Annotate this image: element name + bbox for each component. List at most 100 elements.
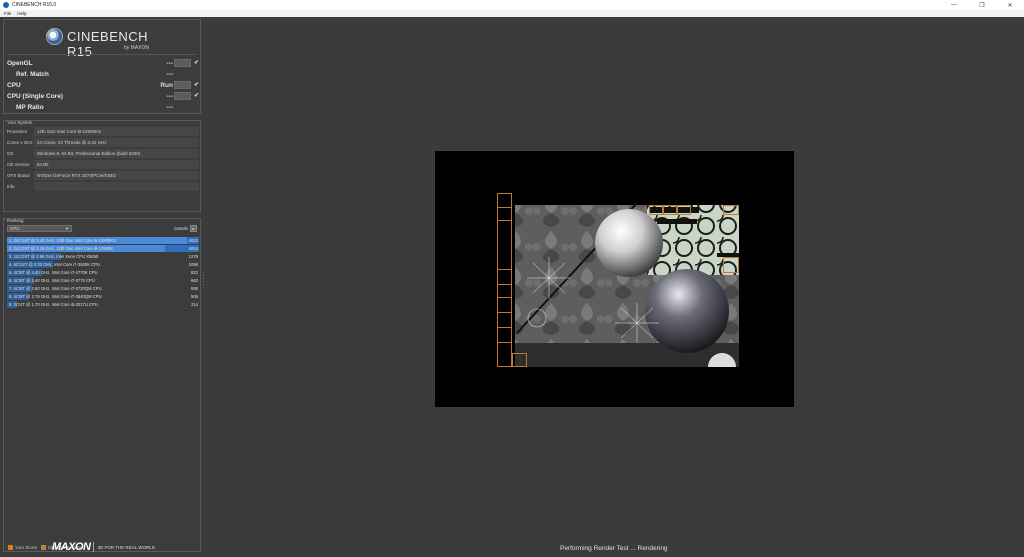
system-row: Processor 12th Gen Intel Core i9-12900KS <box>7 127 199 136</box>
left-panel: CINEBENCH R15 by MAXON OpenGL --- ✔ Ref.… <box>0 17 204 557</box>
render-bucket <box>649 205 663 215</box>
run-cpu-single-button[interactable] <box>174 92 191 100</box>
render-bucket <box>497 207 512 221</box>
ranking-score: 590 <box>191 286 198 291</box>
run-cpu-button[interactable] <box>174 81 191 89</box>
ranking-row[interactable]: 2. 24C/24T @ 3.19 GHz, 12th Gen Intel Co… <box>7 245 199 252</box>
menu-help[interactable]: Help <box>17 11 26 16</box>
chevron-down-icon: ▼ <box>65 226 69 231</box>
panel-title: Your System <box>7 120 33 125</box>
test-row-cpu-single: CPU (Single Core) --- ✔ <box>7 92 199 102</box>
cinebench-logo-icon <box>46 28 63 45</box>
test-label: CPU <box>7 82 21 89</box>
ranking-label: 4. 6C/12T @ 3.30 GHz, Intel Core i7-3930… <box>9 262 100 267</box>
system-row: CB Version 64 Bit <box>7 160 199 169</box>
close-icon: ✕ <box>1007 2 1013 9</box>
ranking-label: 8. 4C/8T @ 2.79 GHz, Intel Core i7-3840Q… <box>9 294 102 299</box>
ranking-row[interactable]: 4. 6C/12T @ 3.30 GHz, Intel Core i7-3930… <box>7 261 199 268</box>
test-value: --- <box>166 60 174 67</box>
ranking-score: 1279 <box>188 254 198 259</box>
ranking-label: 5. 4C/8T @ 4.40 GHz, Intel Core i7-4770K… <box>9 270 98 275</box>
run-opengl-button[interactable] <box>174 59 191 67</box>
render-bucket <box>723 205 739 215</box>
ranking-score: 4053 <box>188 246 198 251</box>
test-value: --- <box>166 104 174 111</box>
system-key: CB Version <box>7 162 30 167</box>
test-label: Ref. Match <box>16 71 49 78</box>
render-bucket <box>723 257 739 273</box>
system-row: Cores x GHz 24 Cores, 24 Threads @ 3.42 … <box>7 138 199 147</box>
footer-brand: MAXON <box>52 541 91 553</box>
checkmark-icon[interactable]: ✔ <box>194 92 199 99</box>
ranking-score: 505 <box>191 294 198 299</box>
ranking-label: 7. 4C/8T @ 2.60 GHz, Intel Core i7-3720Q… <box>9 286 102 291</box>
checkmark-icon[interactable]: ✔ <box>194 59 199 66</box>
system-row: GFX Board NVIDIA GeForce RTX 3070/PCIe/S… <box>7 171 199 180</box>
panel-splitter[interactable] <box>203 270 205 300</box>
test-value: --- <box>166 93 174 100</box>
ranking-label: 1. 24C/24T @ 3.42 GHz, 12th Gen Intel Co… <box>9 238 116 243</box>
status-text: Performing Render Test ... Rendering <box>560 545 668 552</box>
render-image <box>497 193 739 367</box>
test-label: MP Ratio <box>16 104 44 111</box>
title-bar: CINEBENCH R15.0 <box>0 0 1024 10</box>
test-label: OpenGL <box>7 60 33 67</box>
ranking-row[interactable]: 1. 24C/24T @ 3.42 GHz, 12th Gen Intel Co… <box>7 237 199 244</box>
ranking-label: 6. 4C/8T @ 3.40 GHz, Intel Core i7-3770 … <box>9 278 95 283</box>
render-bucket <box>663 205 677 215</box>
render-bucket <box>677 205 691 215</box>
ranking-row[interactable]: 7. 4C/8T @ 2.60 GHz, Intel Core i7-3720Q… <box>7 285 199 292</box>
close-button[interactable]: ✕ <box>996 0 1024 10</box>
system-key: Info <box>7 184 15 189</box>
details-button[interactable]: ▸ <box>190 225 197 232</box>
ranking-score: 1096 <box>188 262 198 267</box>
footer-tagline: 3D FOR THE REAL WORLD <box>97 544 155 550</box>
checkmark-icon[interactable]: ✔ <box>194 81 199 88</box>
ranking-row[interactable]: 3. 12C/24T @ 2.66 GHz, Intel Xeon CPU X5… <box>7 253 199 260</box>
dandelion-left <box>527 257 571 299</box>
test-value: --- <box>166 71 174 78</box>
ranking-type-dropdown[interactable]: CPU ▼ <box>7 225 72 232</box>
ranking-score: 214 <box>191 302 198 307</box>
divider <box>8 54 196 55</box>
render-bucket <box>497 297 512 313</box>
system-value: 24 Cores, 24 Threads @ 3.42 GHz <box>34 138 199 147</box>
test-row-opengl: OpenGL --- ✔ <box>7 59 199 69</box>
system-key: GFX Board <box>7 173 30 178</box>
render-bucket <box>512 353 527 367</box>
logo-by: by MAXON <box>124 45 150 51</box>
test-row-mp-ratio: MP Ratio --- <box>7 103 199 113</box>
minimize-button[interactable]: — <box>940 0 968 10</box>
test-label: CPU (Single Core) <box>7 93 63 100</box>
test-value: Run <box>160 82 173 89</box>
ranking-panel: Ranking CPU ▼ Details ▸ 1. 24C/24T @ 3.4… <box>3 218 201 552</box>
your-system-panel: Your System Processor 12th Gen Intel Cor… <box>3 120 201 212</box>
maxon-footer-logo: MAXON 3D FOR THE REAL WORLD <box>52 540 155 554</box>
maximize-button[interactable]: ❐ <box>968 0 996 10</box>
minimize-icon: — <box>951 2 957 8</box>
menu-file[interactable]: File <box>4 11 11 16</box>
ranking-label: 3. 12C/24T @ 2.66 GHz, Intel Xeon CPU X5… <box>9 254 99 259</box>
ranking-label: 2. 24C/24T @ 3.19 GHz, 12th Gen Intel Co… <box>9 246 114 251</box>
render-bucket <box>497 327 512 343</box>
cinebench-app-icon <box>3 2 9 8</box>
ranking-score: 822 <box>191 270 198 275</box>
panel-title: Ranking <box>7 218 24 223</box>
system-row: OS Windows 8, 64 Bit, Professional Editi… <box>7 149 199 158</box>
system-key: Processor <box>7 129 28 134</box>
ranking-row[interactable]: 6. 4C/8T @ 3.40 GHz, Intel Core i7-3770 … <box>7 277 199 284</box>
menu-bar: File Help <box>0 10 1024 17</box>
ranking-row[interactable]: 9. 2C/4T @ 1.70 GHz, Intel Core i5-3317U… <box>7 301 199 308</box>
ranking-row[interactable]: 5. 4C/8T @ 4.40 GHz, Intel Core i7-4770K… <box>7 269 199 276</box>
ranking-row[interactable]: 8. 4C/8T @ 2.79 GHz, Intel Core i7-3840Q… <box>7 293 199 300</box>
maximize-icon: ❐ <box>979 2 985 9</box>
ranking-label: 9. 2C/4T @ 1.70 GHz, Intel Core i5-3317U… <box>9 302 98 307</box>
test-row-cpu: CPU Run ✔ <box>7 81 199 91</box>
info-field[interactable] <box>34 182 199 191</box>
ranking-score: 662 <box>191 278 198 283</box>
cinebench-logo: CINEBENCH R15 by MAXON <box>46 26 176 59</box>
system-row: Info <box>7 182 199 191</box>
rendered-scene <box>497 193 739 367</box>
system-key: Cores x GHz <box>7 140 33 145</box>
legend-label: Your Score <box>15 544 38 550</box>
